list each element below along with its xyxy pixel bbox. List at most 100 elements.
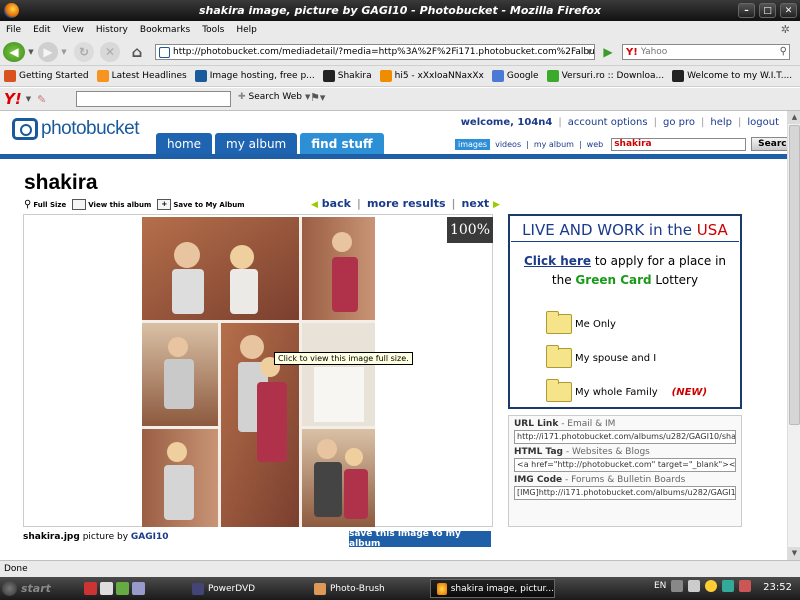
search-icon[interactable]: ⚲ (780, 46, 787, 57)
maximize-button[interactable]: □ (759, 3, 776, 18)
author-link[interactable]: GAGI10 (131, 532, 169, 542)
account-links: welcome, 104n4 | account options | go pr… (460, 117, 779, 128)
ad-option-me-only[interactable]: Me Only (546, 311, 616, 334)
menu-history[interactable]: History (90, 25, 134, 35)
image-tooltip: Click to view this image full size. (274, 352, 413, 365)
quicklaunch-app-icon[interactable] (132, 582, 145, 595)
zoom-indicator[interactable]: 100% (447, 217, 493, 243)
language-indicator[interactable]: EN (654, 581, 666, 591)
camera-logo-icon (12, 118, 38, 140)
search-input[interactable] (640, 47, 771, 57)
search-bar[interactable]: Y! ⚲ (622, 44, 790, 60)
photobucket-icon (322, 70, 335, 82)
go-button[interactable]: ▶ (600, 44, 616, 60)
back-link[interactable]: ◀ back (311, 197, 351, 210)
bookmark-label: Google (506, 71, 539, 81)
menu-edit[interactable]: Edit (27, 25, 56, 35)
main-image[interactable] (142, 217, 375, 527)
bookmark-item[interactable]: Welcome to my W.I.T.... (668, 70, 796, 82)
menu-bookmarks[interactable]: Bookmarks (134, 25, 196, 35)
back-history-dropdown[interactable]: ▼ (27, 42, 35, 62)
menu-view[interactable]: View (57, 25, 90, 35)
tab-home[interactable]: home (156, 133, 213, 154)
scroll-down-icon[interactable]: ▼ (788, 547, 800, 560)
bookmark-item[interactable]: Latest Headlines (93, 70, 191, 82)
pencil-icon[interactable]: ✎ (37, 93, 46, 106)
next-link[interactable]: next ▶ (462, 197, 500, 210)
site-search-input[interactable]: shakira (611, 137, 747, 151)
tab-find-stuff[interactable]: find stuff (300, 133, 384, 154)
home-button[interactable]: ⌂ (126, 42, 148, 62)
full-size-link[interactable]: ⚲ Full Size (24, 199, 66, 210)
yahoo-search-web-button[interactable]: ✚ Search Web ▼ (238, 92, 310, 102)
magnifier-icon: ⚲ (24, 199, 32, 210)
close-button[interactable]: ✕ (780, 3, 797, 18)
bookmark-item[interactable]: Image hosting, free p... (191, 70, 319, 82)
task-powerdvd[interactable]: PowerDVD (186, 579, 301, 598)
img-code-field[interactable]: [IMG]http://i171.photobucket.com/albums/… (514, 486, 736, 500)
bookmark-item[interactable]: Google (488, 70, 543, 82)
green-card-ad[interactable]: LIVE AND WORK in the USA Click here to a… (508, 214, 742, 409)
bookmark-label: Shakira (337, 71, 372, 81)
search-type-web[interactable]: web (584, 139, 607, 150)
reload-button[interactable]: ↻ (74, 42, 94, 62)
save-to-album-link[interactable]: + Save to My Album (157, 199, 245, 210)
forward-history-dropdown[interactable]: ▼ (60, 42, 68, 62)
url-bar[interactable]: http://photobucket.com/mediadetail/?medi… (155, 44, 595, 60)
more-results-link[interactable]: more results (367, 197, 446, 210)
search-type-images[interactable]: images (455, 138, 491, 150)
yahoo-logo[interactable]: Y! (4, 90, 22, 108)
bookmark-item[interactable]: Versuri.ro :: Downloa... (543, 70, 669, 82)
stop-button[interactable]: ✕ (100, 42, 120, 62)
bookmark-item[interactable]: Shakira (319, 70, 376, 82)
logout-link[interactable]: logout (747, 117, 779, 128)
quicklaunch-app-icon[interactable] (84, 582, 97, 595)
bookmark-item[interactable]: Getting Started (0, 70, 93, 82)
scroll-thumb[interactable] (789, 125, 800, 425)
result-navigation: ◀ back | more results | next ▶ (311, 197, 500, 210)
help-link[interactable]: help (710, 117, 732, 128)
yahoo-engine-icon[interactable]: Y! (623, 47, 641, 58)
save-image-button[interactable]: save this image to my album (349, 529, 491, 549)
scroll-up-icon[interactable]: ▲ (788, 111, 800, 124)
photobucket-logo[interactable]: photobucket (12, 118, 140, 140)
network-icon[interactable] (722, 580, 735, 592)
picture-by-label: picture by (82, 532, 129, 542)
yahoo-menu-dropdown-icon[interactable]: ▼ (26, 95, 31, 103)
yahoo-search-input[interactable] (76, 91, 231, 107)
html-tag-field[interactable]: <a href="http://photobucket.com" target=… (514, 458, 736, 472)
menu-help[interactable]: Help (230, 25, 263, 35)
clock[interactable]: 23:52 (763, 582, 792, 593)
powerdvd-icon (192, 582, 204, 595)
search-type-videos[interactable]: videos (492, 139, 524, 150)
go-pro-link[interactable]: go pro (663, 117, 695, 128)
minimize-button[interactable]: – (738, 3, 755, 18)
ad-click-here-link[interactable]: Click here (524, 254, 591, 268)
messenger-icon[interactable] (705, 580, 718, 592)
back-button[interactable]: ◀ (3, 42, 25, 62)
url-link-field[interactable]: http://i171.photobucket.com/albums/u282/… (514, 430, 736, 444)
yahoo-options-icon[interactable]: ⚑▾ (310, 91, 325, 104)
forward-button[interactable]: ▶ (38, 42, 58, 62)
bookmark-item[interactable]: hi5 - xXxIoaNNaxXx (376, 70, 488, 82)
task-photobrush[interactable]: Photo-Brush (308, 579, 423, 598)
page-scrollbar[interactable]: ▲ ▼ (787, 111, 800, 560)
view-album-link[interactable]: View this album (72, 199, 151, 210)
ad-option-family[interactable]: My whole Family (NEW) (546, 379, 707, 402)
tray-app-icon[interactable] (739, 580, 752, 592)
ad-option-spouse[interactable]: My spouse and I (546, 345, 656, 368)
account-options-link[interactable]: account options (568, 117, 648, 128)
task-firefox[interactable]: shakira image, pictur... (430, 579, 555, 598)
site-favicon (159, 47, 170, 58)
search-type-my-album[interactable]: my album (531, 139, 577, 150)
folder-icon (546, 345, 572, 368)
start-button[interactable]: start (2, 580, 72, 597)
menu-file[interactable]: File (0, 25, 27, 35)
help-icon[interactable] (671, 580, 684, 592)
tray-app-icon[interactable] (688, 580, 701, 592)
url-dropdown-icon[interactable]: ▼ (587, 48, 592, 56)
quicklaunch-app-icon[interactable] (116, 582, 129, 595)
menu-tools[interactable]: Tools (196, 25, 230, 35)
tab-my-album[interactable]: my album (215, 133, 298, 154)
quicklaunch-app-icon[interactable] (100, 582, 113, 595)
